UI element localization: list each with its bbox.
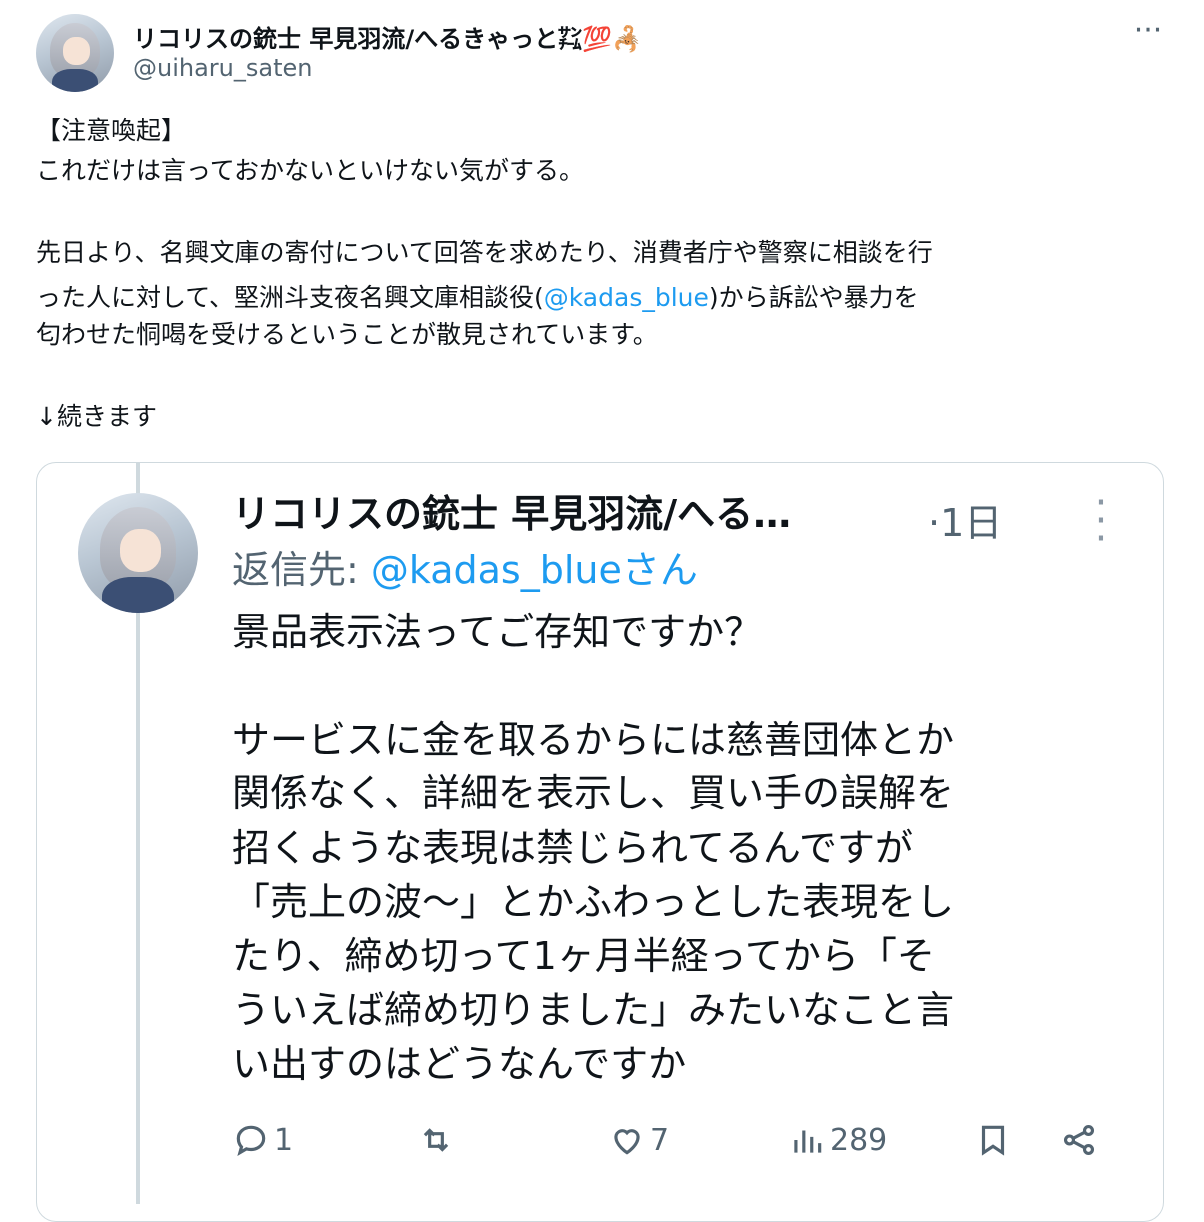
bookmark-button[interactable] — [974, 1118, 1012, 1162]
quoted-text-line: ういえば締め切りました」みたいなこと言 — [232, 988, 955, 1032]
reply-count: 1 — [274, 1122, 294, 1158]
tweet-text-line: これだけは言っておかないといけない気がする。 — [36, 156, 585, 185]
more-icon[interactable]: ··· — [1086, 483, 1116, 559]
reply-icon — [236, 1125, 266, 1157]
author-avatar[interactable] — [36, 14, 114, 92]
mention-link[interactable]: @kadas_blue — [544, 283, 709, 312]
more-icon[interactable]: ··· — [1128, 16, 1168, 46]
views-button[interactable]: 289 — [788, 1118, 887, 1162]
tweet-text-line: 【注意喚起】 — [36, 116, 187, 145]
quoted-text-line: 関係なく、詳細を表示し、買い手の誤解を — [232, 771, 955, 815]
quoted-author-name[interactable]: リコリスの銃士 早見羽流/へる… — [232, 492, 791, 536]
quoted-text-line: 景品表示法ってご存知ですか？ — [232, 610, 763, 654]
quoted-text-line: サービスに金を取るからには慈善団体とか — [232, 718, 955, 762]
tweet-text-line: 匂わせた恫喝を受けるということが散見されています。 — [36, 320, 658, 349]
quoted-text-line: い出すのはどうなんですか — [232, 1042, 687, 1086]
quoted-text-line: 招くような表現は禁じられてるんですが — [232, 826, 913, 870]
view-count: 289 — [830, 1122, 888, 1158]
quoted-author-avatar[interactable] — [78, 493, 198, 613]
reply-to-prefix: 返信先: — [232, 548, 371, 592]
tweet-text-line: った人に対して、堅洲斗支夜名興文庫相談役(@kadas_blue)から訴訟や暴力… — [36, 283, 919, 313]
tweet-text-line: 先日より、名興文庫の寄付について回答を求めたり、消費者庁や警察に相談を行 — [36, 238, 933, 267]
quoted-text-line: 「売上の波〜」とかふわっとした表現をし — [232, 880, 955, 924]
tweet-text-line: ↓続きます — [36, 402, 157, 431]
author-handle[interactable]: @uiharu_saten — [133, 54, 312, 82]
like-count: 7 — [650, 1122, 670, 1158]
tweet-text-segment: った人に対して、堅洲斗支夜名興文庫相談役( — [36, 283, 544, 312]
author-display-name[interactable]: リコリスの銃士 早見羽流/へるきゃっと㌠💯🦂 — [133, 19, 642, 54]
bookmark-icon — [981, 1125, 1005, 1156]
reply-button[interactable]: 1 — [232, 1118, 293, 1162]
share-icon — [1063, 1124, 1095, 1156]
quoted-text-line: たり、締め切って1ヶ月半経ってから「そ — [232, 934, 935, 978]
like-icon — [614, 1129, 640, 1155]
views-icon — [794, 1130, 822, 1153]
quoted-timestamp[interactable]: ·1日 — [928, 492, 1002, 547]
reply-to-line: 返信先: @kadas_blueさん — [232, 548, 698, 592]
retweet-button[interactable] — [417, 1118, 455, 1162]
tweet-text-segment: )から訴訟や暴力を — [708, 283, 919, 312]
like-button[interactable]: 7 — [608, 1118, 669, 1162]
reply-to-link[interactable]: @kadas_blueさん — [371, 548, 698, 592]
retweet-icon — [423, 1128, 449, 1152]
share-button[interactable] — [1060, 1118, 1098, 1162]
